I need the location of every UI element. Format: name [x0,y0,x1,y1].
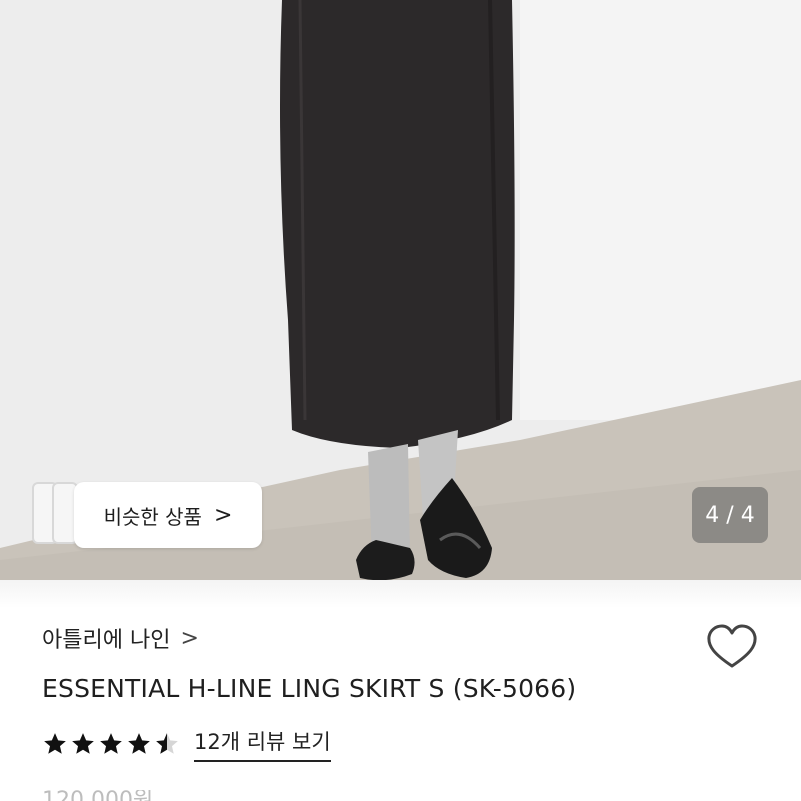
rating-stars [42,731,180,757]
star-icon [100,733,122,754]
shop-name: 아틀리에 나인 [42,628,171,653]
star-half-icon [156,733,178,754]
image-bottom-fade [0,580,801,608]
shop-link[interactable]: 아틀리에 나인 > [42,622,199,654]
price-partial: 120,000원 [42,790,153,801]
review-link[interactable]: 12개 리뷰 보기 [194,726,331,762]
chevron-right-icon: > [180,625,199,651]
image-page-counter: 4 / 4 [692,487,768,543]
heart-outline-icon[interactable] [706,624,758,670]
chevron-right-icon: > [213,502,233,528]
star-icon [72,733,94,754]
star-icon [44,733,66,754]
similar-products-label: 비슷한 상품 [103,504,202,529]
rating-row: 12개 리뷰 보기 [42,726,331,762]
star-icon [128,733,150,754]
similar-products-button[interactable]: 비슷한 상품 > [74,482,262,548]
product-title: ESSENTIAL H-LINE LING SKIRT S (SK-5066) [42,674,577,703]
